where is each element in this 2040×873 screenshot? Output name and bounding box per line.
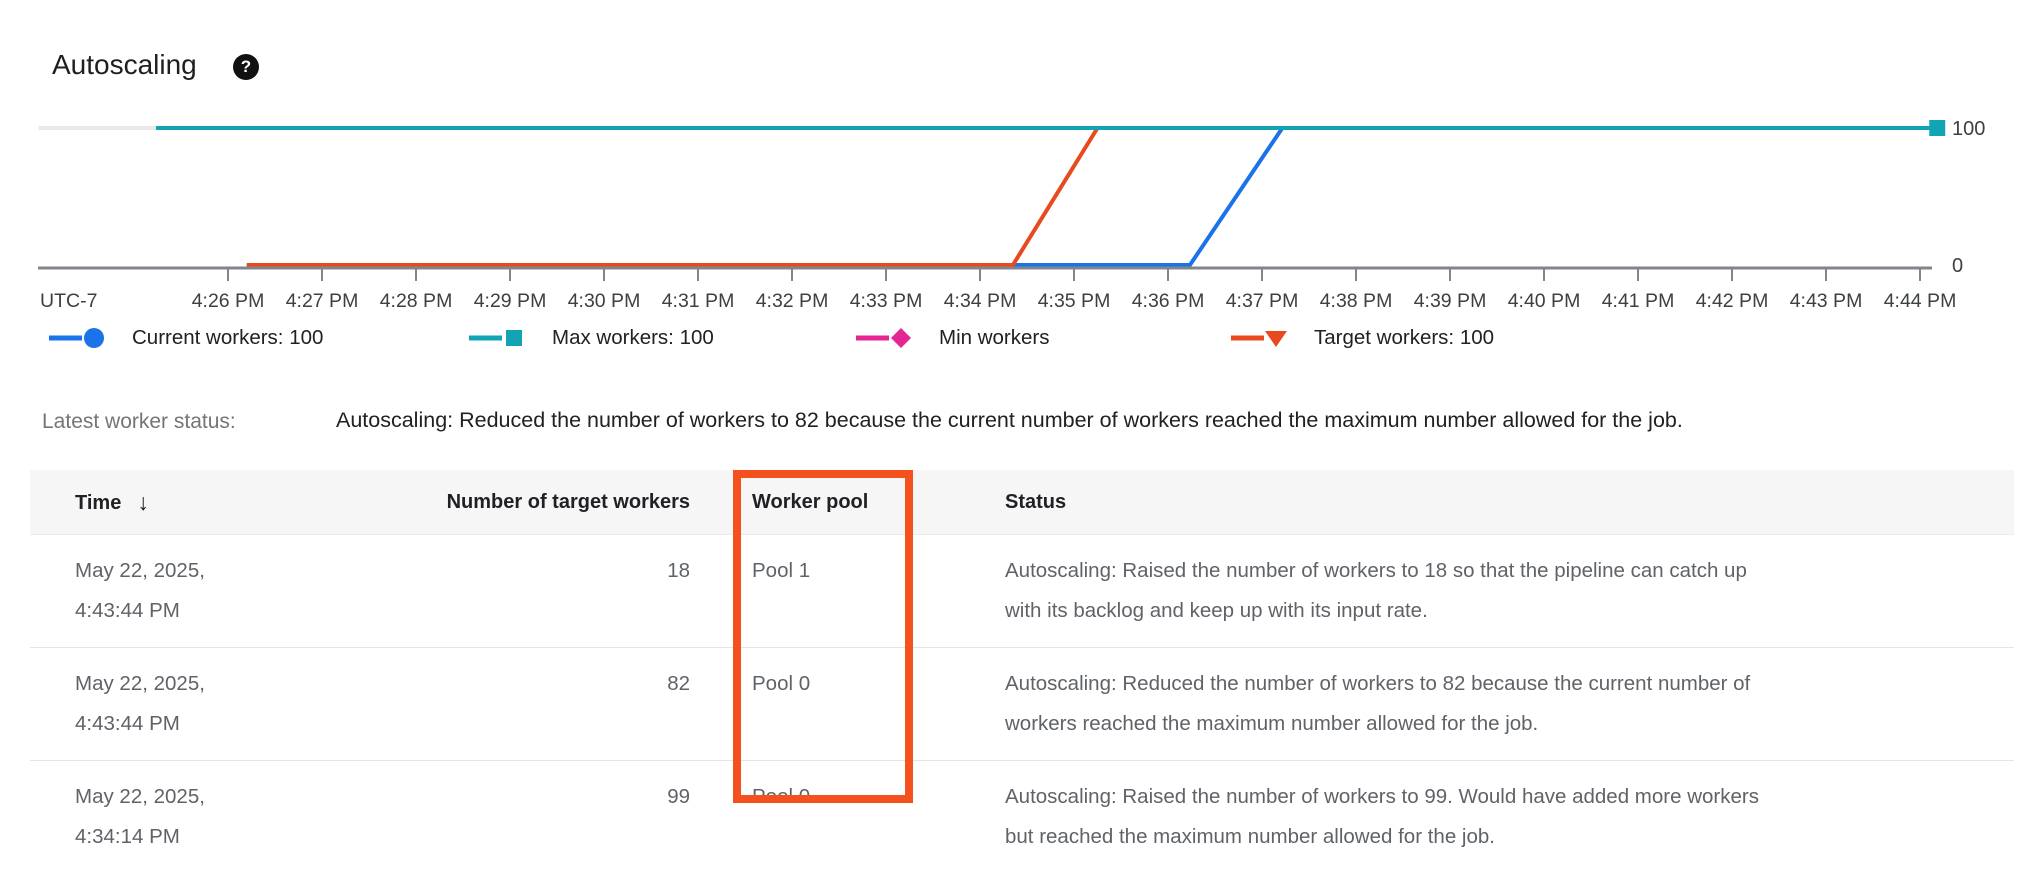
table-row: May 22, 2025, 4:34:14 PM 99 Pool 0 Autos… [30, 760, 2014, 873]
legend-label: Current workers: 100 [132, 326, 323, 350]
legend-item-current-workers[interactable]: Current workers: 100 [48, 324, 323, 352]
column-header-time[interactable]: Time↓ [30, 489, 380, 516]
column-header-worker-pool: Worker pool [710, 491, 950, 514]
svg-text:4:33 PM: 4:33 PM [850, 290, 923, 312]
svg-text:UTC-7: UTC-7 [40, 290, 97, 312]
worker-events-table: Time↓ Number of target workers Worker po… [30, 470, 2014, 873]
svg-text:4:30 PM: 4:30 PM [568, 290, 641, 312]
svg-text:100: 100 [1952, 118, 1985, 140]
worker-pool-cell: Pool 0 [710, 648, 950, 720]
max-workers-line-square-icon [468, 325, 526, 351]
svg-text:4:37 PM: 4:37 PM [1226, 290, 1299, 312]
column-header-status: Status [950, 491, 2014, 514]
status-cell: Autoscaling: Raised the number of worker… [950, 535, 2014, 647]
target-workers-cell: 99 [380, 761, 710, 833]
svg-text:4:34 PM: 4:34 PM [944, 290, 1017, 312]
table-header-row: Time↓ Number of target workers Worker po… [30, 470, 2014, 535]
target-workers-cell: 82 [380, 648, 710, 720]
svg-text:4:32 PM: 4:32 PM [756, 290, 829, 312]
worker-pool-cell: Pool 0 [710, 761, 950, 833]
svg-text:0: 0 [1952, 255, 1963, 277]
worker-pool-cell: Pool 1 [710, 535, 950, 607]
svg-text:4:31 PM: 4:31 PM [662, 290, 735, 312]
target-workers-cell: 18 [380, 535, 710, 607]
svg-text:4:38 PM: 4:38 PM [1320, 290, 1393, 312]
legend-label: Max workers: 100 [552, 326, 714, 350]
svg-text:4:29 PM: 4:29 PM [474, 290, 547, 312]
legend-label: Target workers: 100 [1314, 326, 1494, 350]
latest-worker-status-label: Latest worker status: [42, 410, 236, 434]
svg-text:4:36 PM: 4:36 PM [1132, 290, 1205, 312]
svg-text:4:26 PM: 4:26 PM [192, 290, 265, 312]
legend-item-max-workers[interactable]: Max workers: 100 [468, 324, 714, 352]
svg-text:4:28 PM: 4:28 PM [380, 290, 453, 312]
table-row: May 22, 2025, 4:43:44 PM 82 Pool 0 Autos… [30, 647, 2014, 760]
current-workers-line-circle-icon [48, 325, 106, 351]
svg-text:4:43 PM: 4:43 PM [1790, 290, 1863, 312]
time-cell: May 22, 2025, 4:43:44 PM [30, 648, 380, 760]
table-row: May 22, 2025, 4:43:44 PM 18 Pool 1 Autos… [30, 535, 2014, 647]
svg-text:4:42 PM: 4:42 PM [1696, 290, 1769, 312]
legend-item-target-workers[interactable]: Target workers: 100 [1230, 324, 1494, 352]
svg-text:4:44 PM: 4:44 PM [1884, 290, 1957, 312]
legend-item-min-workers[interactable]: Min workers [855, 324, 1050, 352]
svg-text:4:35 PM: 4:35 PM [1038, 290, 1111, 312]
svg-text:4:39 PM: 4:39 PM [1414, 290, 1487, 312]
latest-worker-status-value: Autoscaling: Reduced the number of worke… [336, 408, 1683, 433]
column-header-target-workers: Number of target workers [380, 491, 710, 514]
time-cell: May 22, 2025, 4:34:14 PM [30, 761, 380, 873]
svg-text:4:27 PM: 4:27 PM [286, 290, 359, 312]
target-workers-line-triangle-icon [1230, 325, 1288, 351]
legend-label: Min workers [939, 326, 1050, 350]
status-cell: Autoscaling: Reduced the number of worke… [950, 648, 2014, 760]
min-workers-line-diamond-icon [855, 325, 913, 351]
svg-text:4:40 PM: 4:40 PM [1508, 290, 1581, 312]
status-cell: Autoscaling: Raised the number of worker… [950, 761, 2014, 873]
svg-text:4:41 PM: 4:41 PM [1602, 290, 1675, 312]
sort-descending-icon[interactable]: ↓ [137, 489, 149, 516]
time-cell: May 22, 2025, 4:43:44 PM [30, 535, 380, 647]
